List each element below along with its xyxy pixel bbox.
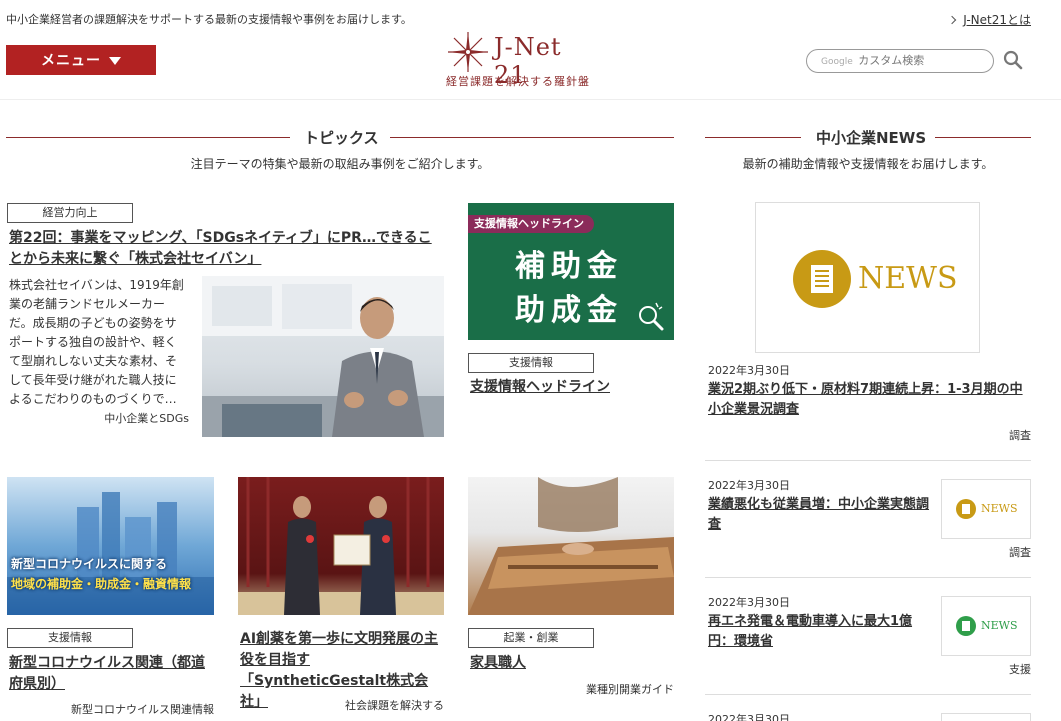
banner-label: 支援情報ヘッドライン [468, 215, 594, 233]
covid-category[interactable]: 新型コロナウイルス関連情報 [9, 701, 214, 717]
search-placeholder: カスタム検索 [858, 54, 925, 67]
site-tagline: 中小企業経営者の課題解決をサポートする最新の支援情報や事例をお届けします。 [6, 13, 412, 26]
news-feature-word: NEWS [858, 261, 958, 296]
news-item-title[interactable]: 再エネ発電＆電動車導入に最大1億円：環境省 [708, 612, 930, 652]
news-item-category[interactable]: 支援 [905, 661, 1031, 677]
site-header: 中小企業経営者の課題解決をサポートする最新の支援情報や事例をお届けします。 J-… [0, 0, 1061, 100]
featured-photo[interactable] [202, 276, 444, 437]
news-thumbnail[interactable] [941, 713, 1031, 721]
furniture-title[interactable]: 家具職人 [470, 653, 674, 674]
featured-tag[interactable]: 経営力向上 [7, 203, 133, 223]
featured-title[interactable]: 第22回：事業をマッピング、「SDGsネイティブ」にPR…できることから未来に繋… [9, 228, 445, 270]
news-item-category[interactable]: 調査 [905, 427, 1031, 443]
furniture-category[interactable]: 業種別開業ガイド [470, 681, 674, 697]
city-skyline-illustration [7, 492, 214, 615]
news-divider [705, 460, 1031, 461]
featured-body: 株式会社セイバンは、1919年創業の老舗ランドセルメーカーだ。成長期の子どもの姿… [9, 278, 184, 406]
furniture-craftsman-illustration [468, 477, 674, 615]
news-date: 2022年3月30日 [708, 364, 790, 377]
news-date: 2022年3月30日 [708, 479, 790, 492]
headline-title[interactable]: 支援情報ヘッドライン [470, 377, 674, 398]
search-input[interactable]: Google カスタム検索 [806, 49, 994, 73]
headline-banner[interactable]: 支援情報ヘッドライン 補助金 助成金 [468, 203, 674, 340]
about-link-label: J-Net21とは [963, 13, 1031, 27]
news-divider [705, 694, 1031, 695]
award-ceremony-illustration [238, 477, 444, 615]
covid-title[interactable]: 新型コロナウイルス関連（都道府県別） [9, 653, 216, 695]
businessman-illustration [202, 276, 444, 437]
compass-icon [448, 32, 488, 72]
news-date: 2022年3月30日 [708, 596, 790, 609]
news-item-title[interactable]: 業績悪化も従業員増：中小企業実態調査 [708, 495, 930, 535]
featured-category[interactable]: 中小企業とSDGs [9, 410, 189, 426]
magnifier-icon [639, 302, 664, 331]
award-category[interactable]: 社会課題を解決する [240, 697, 444, 713]
topics-title: トピックス [304, 127, 379, 148]
furniture-tag[interactable]: 起業・創業 [468, 628, 594, 648]
covid-tag[interactable]: 支援情報 [7, 628, 133, 648]
heading-line-right [390, 137, 674, 138]
news-thumb-word: NEWS [981, 619, 1018, 632]
search-icon[interactable] [1003, 50, 1023, 70]
award-photo[interactable] [238, 477, 444, 615]
news-thumb-word: NEWS [981, 502, 1018, 515]
furniture-photo[interactable] [468, 477, 674, 615]
covid-banner-line1: 新型コロナウイルスに関する [11, 557, 168, 571]
news-description: 最新の補助金情報や支援情報をお届けします。 [742, 157, 994, 171]
logo-subtitle: 経営課題を解決する羅針盤 [446, 75, 590, 88]
chevron-right-icon [947, 15, 957, 25]
heading-line-left [6, 137, 290, 138]
news-thumbnail[interactable]: NEWS [941, 596, 1031, 656]
site-logo[interactable]: J-Net 21 経営課題を解決する羅針盤 [446, 30, 596, 90]
covid-banner-line2: 地域の補助金・助成金・融資情報 [11, 577, 192, 591]
menu-button-label: メニュー [41, 52, 101, 68]
topics-heading: トピックス [6, 127, 674, 148]
news-date: 2022年3月30日 [708, 713, 790, 721]
news-thumbnail[interactable]: NEWS [941, 479, 1031, 539]
news-item-category[interactable]: 調査 [905, 544, 1031, 560]
news-heading-line-left [705, 137, 801, 138]
topics-description: 注目テーマの特集や最新の取組み事例をご紹介します。 [190, 157, 490, 171]
news-divider [705, 577, 1031, 578]
about-jnet21-link[interactable]: J-Net21とは [947, 11, 1031, 28]
triangle-down-icon [109, 57, 121, 65]
news-heading-line-right [935, 137, 1031, 138]
banner-line2: 助成金 [515, 293, 623, 328]
headline-tag[interactable]: 支援情報 [468, 353, 594, 373]
news-feature-image[interactable]: NEWS [755, 202, 980, 353]
covid-banner[interactable]: 新型コロナウイルスに関する 地域の補助金・助成金・融資情報 [7, 477, 214, 615]
news-heading: 中小企業NEWS [705, 127, 1031, 148]
google-label: Google [821, 57, 853, 67]
banner-line1: 補助金 [515, 249, 623, 284]
news-item-title[interactable]: 業況2期ぶり低下・原材料7期連続上昇：1-3月期の中小企業景況調査 [708, 380, 1031, 420]
news-title: 中小企業NEWS [816, 127, 927, 148]
menu-button[interactable]: メニュー [6, 45, 156, 75]
